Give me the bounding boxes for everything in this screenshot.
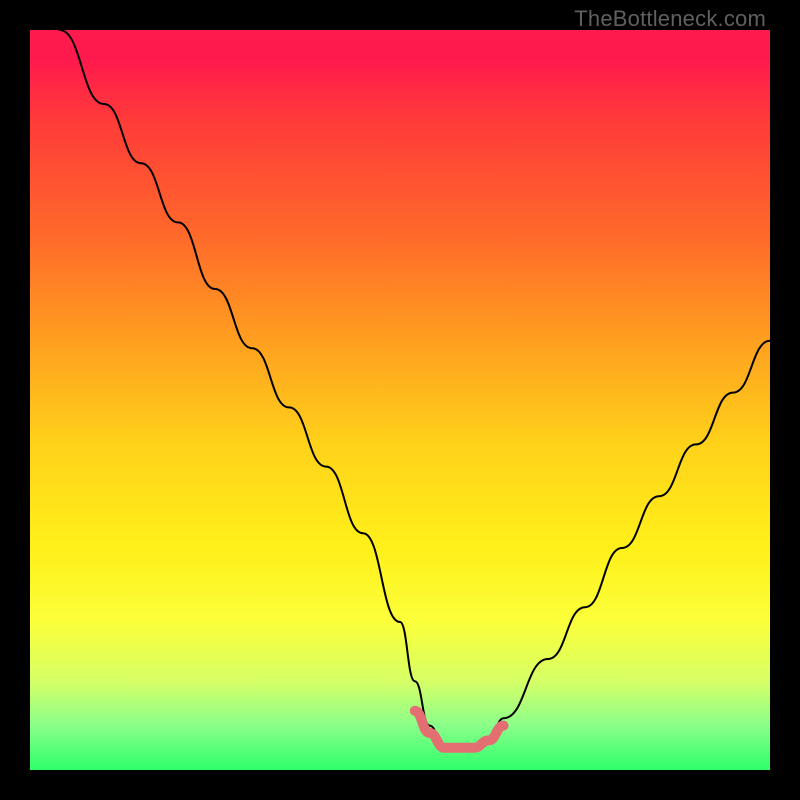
plot-area	[30, 30, 770, 770]
curve-layer	[30, 30, 770, 770]
bottleneck-curve	[60, 30, 770, 748]
min-bottleneck-highlight	[415, 711, 504, 748]
chart-frame: TheBottleneck.com	[0, 0, 800, 800]
watermark-label: TheBottleneck.com	[574, 6, 766, 32]
